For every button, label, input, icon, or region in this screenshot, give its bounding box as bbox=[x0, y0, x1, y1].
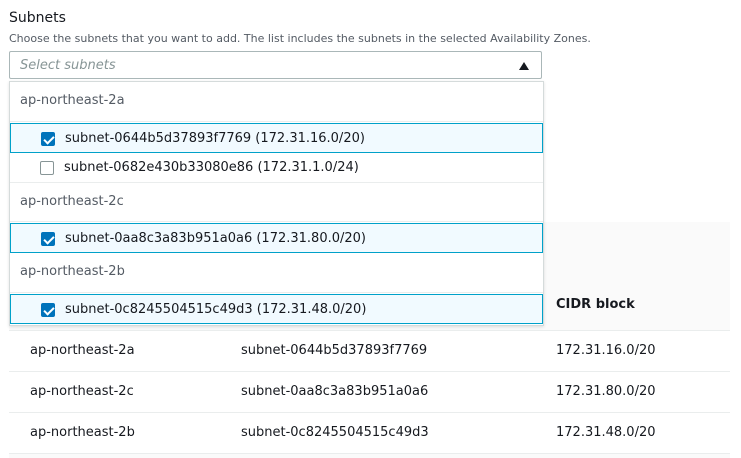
table-cell-zone: ap-northeast-2b bbox=[30, 425, 135, 440]
option-group-header: ap-northeast-2a bbox=[10, 82, 543, 122]
table-row: ap-northeast-2b subnet-0c8245504515c49d3… bbox=[9, 413, 730, 454]
table-cell-subnet: subnet-0aa8c3a83b951a0a6 bbox=[241, 384, 429, 399]
table-cell-zone: ap-northeast-2a bbox=[30, 343, 135, 358]
option-group-label: ap-northeast-2a bbox=[20, 93, 125, 108]
column-header-cidr-block[interactable]: CIDR block bbox=[556, 297, 635, 312]
subnets-select[interactable]: Select subnets bbox=[9, 51, 542, 79]
caret-up-icon[interactable] bbox=[519, 62, 529, 70]
table-row: ap-northeast-2a subnet-0644b5d37893f7769… bbox=[9, 331, 730, 372]
subnet-option-label: subnet-0c8245504515c49d3 (172.31.48.0/20… bbox=[65, 302, 367, 317]
subnets-dropdown-list: ap-northeast-2a subnet-0644b5d37893f7769… bbox=[9, 81, 544, 326]
option-group-header: ap-northeast-2b bbox=[10, 253, 543, 293]
table-cell-zone: ap-northeast-2c bbox=[30, 384, 134, 399]
subnet-option-label: subnet-0644b5d37893f7769 (172.31.16.0/20… bbox=[65, 131, 365, 146]
subnets-panel: Subnets Choose the subnets that you want… bbox=[0, 0, 741, 458]
subnets-select-placeholder: Select subnets bbox=[20, 58, 116, 73]
subnet-option[interactable]: subnet-0aa8c3a83b951a0a6 (172.31.80.0/20… bbox=[10, 223, 543, 253]
checkbox-checked-icon[interactable] bbox=[41, 303, 55, 317]
checkbox-checked-icon[interactable] bbox=[41, 132, 55, 146]
subnet-option[interactable]: subnet-0644b5d37893f7769 (172.31.16.0/20… bbox=[10, 123, 543, 153]
table-cell-subnet: subnet-0644b5d37893f7769 bbox=[241, 343, 428, 358]
subnet-option[interactable]: subnet-0c8245504515c49d3 (172.31.48.0/20… bbox=[10, 294, 543, 324]
subnets-label: Subnets bbox=[9, 10, 66, 26]
checkbox-checked-icon[interactable] bbox=[41, 232, 55, 246]
table-cell-subnet: subnet-0c8245504515c49d3 bbox=[241, 425, 429, 440]
table-row: ap-northeast-2c subnet-0aa8c3a83b951a0a6… bbox=[9, 372, 730, 413]
table-cell-cidr: 172.31.80.0/20 bbox=[556, 384, 656, 399]
table-cell-cidr: 172.31.48.0/20 bbox=[556, 425, 656, 440]
option-group-label: ap-northeast-2b bbox=[20, 264, 125, 279]
table-cell-cidr: 172.31.16.0/20 bbox=[556, 343, 656, 358]
option-group-label: ap-northeast-2c bbox=[20, 194, 124, 209]
subnet-option-label: subnet-0682e430b33080e86 (172.31.1.0/24) bbox=[64, 160, 359, 175]
subnet-option-label: subnet-0aa8c3a83b951a0a6 (172.31.80.0/20… bbox=[65, 231, 366, 246]
checkbox-unchecked-icon[interactable] bbox=[40, 161, 54, 175]
option-group-header: ap-northeast-2c bbox=[10, 182, 543, 222]
subnet-option[interactable]: subnet-0682e430b33080e86 (172.31.1.0/24) bbox=[10, 153, 543, 183]
subnets-description: Choose the subnets that you want to add.… bbox=[9, 32, 591, 45]
